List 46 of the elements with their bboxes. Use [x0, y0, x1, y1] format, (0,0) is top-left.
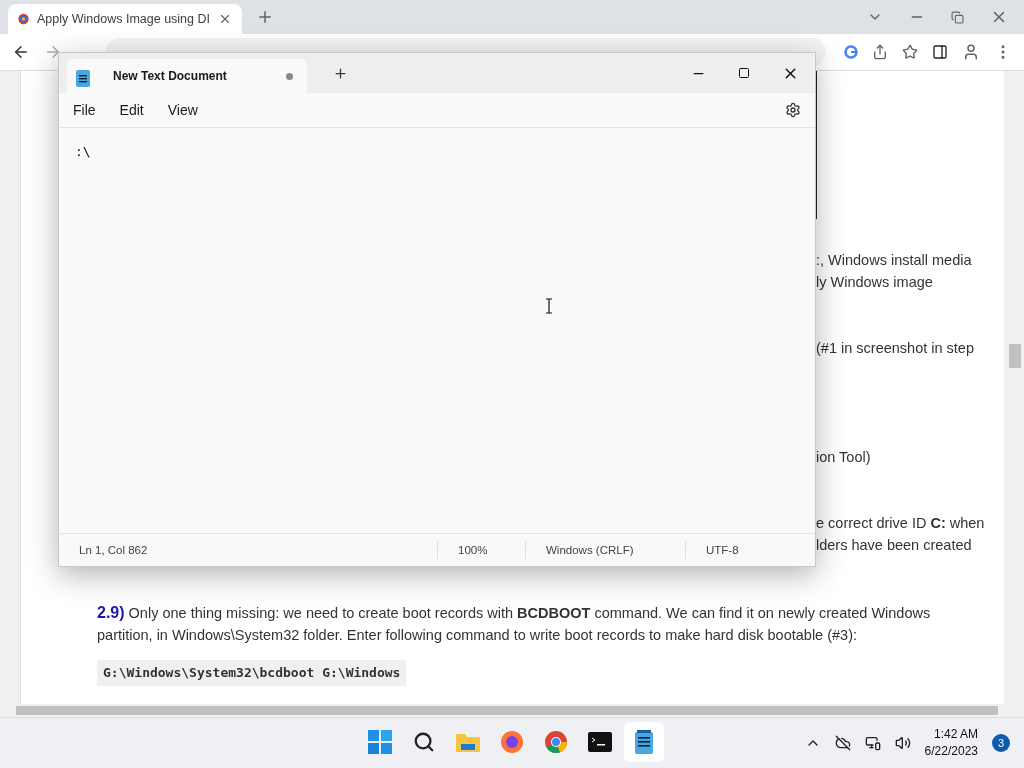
- notepad-app-icon: [76, 69, 90, 87]
- firefox-icon: [500, 730, 524, 754]
- article-text: ly Windows image: [816, 274, 933, 290]
- menu-item[interactable]: Edit: [119, 102, 144, 118]
- side-panel-icon[interactable]: [932, 44, 948, 60]
- volume-icon[interactable]: [894, 735, 911, 751]
- article-text: lders have been created: [816, 537, 972, 553]
- notification-badge[interactable]: 3: [992, 734, 1010, 752]
- clock[interactable]: 1:42 AM 6/22/2023: [924, 726, 978, 760]
- horizontal-scrollbar[interactable]: [0, 704, 1024, 717]
- status-text: 100%: [437, 541, 525, 559]
- editor-text[interactable]: :\: [75, 144, 91, 159]
- settings-icon[interactable]: [785, 102, 801, 118]
- article-text: (#1 in screenshot in step: [816, 340, 974, 356]
- text-cursor-icon: [545, 298, 553, 314]
- cloud-off-icon[interactable]: [834, 735, 851, 751]
- close-tab-icon[interactable]: [218, 12, 232, 26]
- article-text: e correct drive ID C: when: [816, 515, 985, 531]
- back-icon[interactable]: [12, 43, 30, 61]
- document-tab[interactable]: New Text Document: [67, 59, 307, 93]
- code-block: G:\Windows\System32\bcdboot G:\Windows: [97, 660, 407, 686]
- menu-item[interactable]: View: [167, 102, 198, 118]
- folder-icon: [455, 731, 481, 753]
- network-icon[interactable]: [864, 735, 881, 751]
- article-text: :, Windows install media: [816, 252, 972, 268]
- menu-item[interactable]: File: [73, 102, 96, 118]
- step-paragraph: 2.9) Only one thing missing: we need to create boot records with BCDBOOT command. We can find it on newly created Windows partition, in Windows\System32 folder. Enter following command to write boot records to make hard disk bootable (#3):: [97, 603, 932, 645]
- status-text: UTF-8: [685, 541, 815, 559]
- notepad-icon: [634, 730, 654, 754]
- status-text: Ln 1, Col 862: [78, 543, 149, 558]
- maximize-icon[interactable]: [738, 67, 750, 79]
- windows-logo-icon: [368, 730, 392, 754]
- chrome-icon: [544, 730, 568, 754]
- search-icon: [413, 731, 435, 753]
- new-tab-icon[interactable]: [333, 65, 348, 81]
- profile-avatar-icon[interactable]: [962, 43, 980, 61]
- share-icon[interactable]: [872, 44, 888, 60]
- site-favicon: [18, 11, 29, 27]
- status-text: Windows (CRLF): [525, 541, 685, 559]
- taskbar-app[interactable]: [624, 722, 664, 762]
- google-g-icon[interactable]: [844, 45, 858, 59]
- restore-icon[interactable]: [951, 10, 964, 24]
- browser-tab[interactable]: Apply Windows Image using DI: [8, 4, 242, 34]
- article-text: ion Tool): [816, 449, 871, 465]
- bookmark-star-icon[interactable]: [902, 44, 918, 60]
- terminal-icon: [588, 732, 612, 752]
